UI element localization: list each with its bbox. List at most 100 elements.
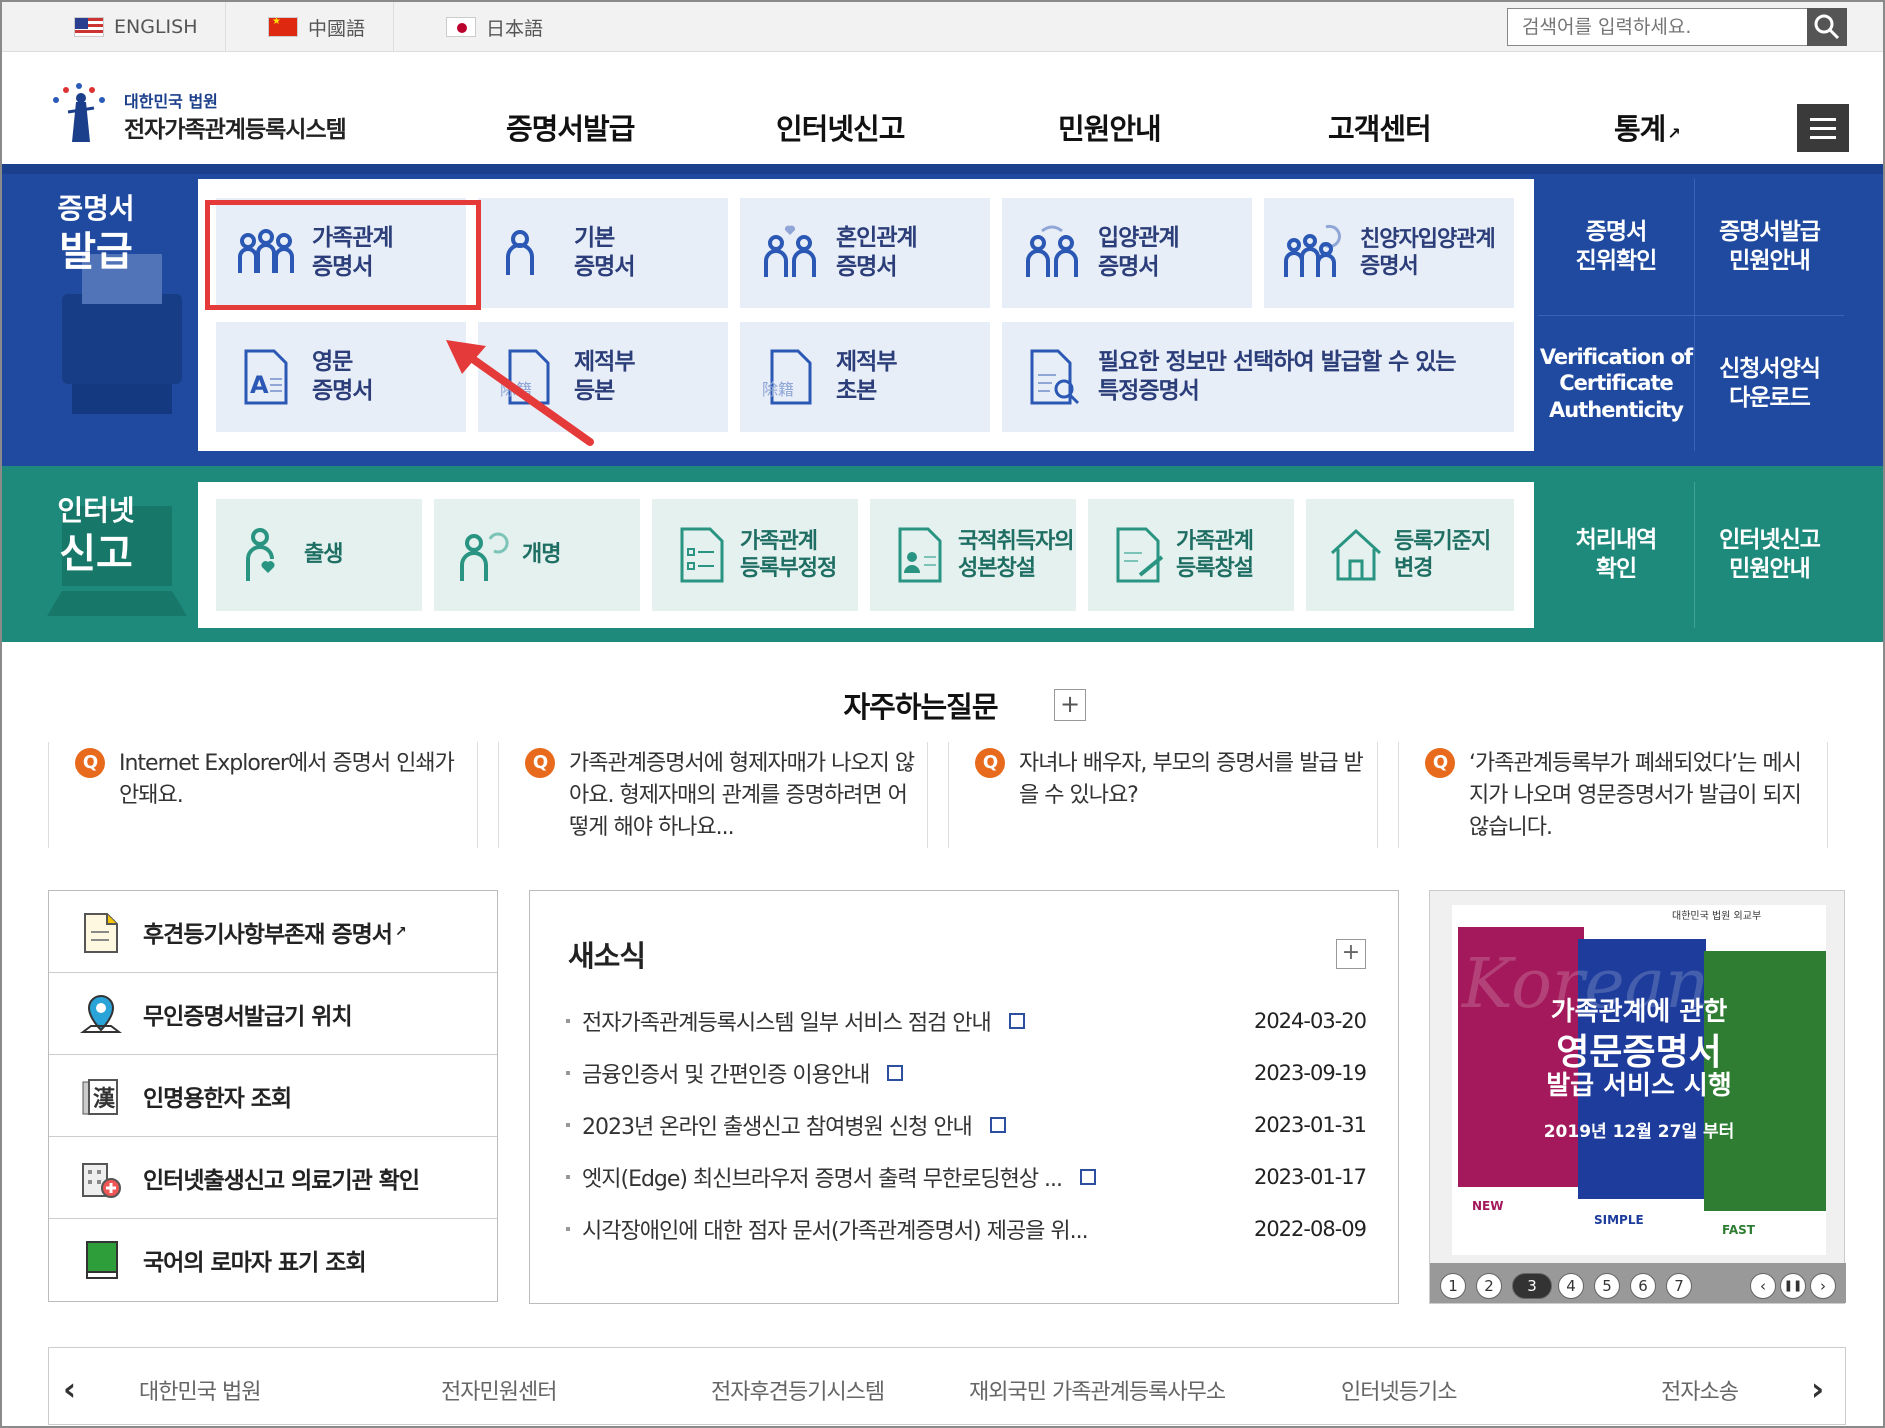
quick-link-hospital-check[interactable]: 인터넷출생신고 의료기관 확인 [49, 1137, 497, 1219]
news-item[interactable]: 전자가족관계등록시스템 일부 서비스 점검 안내 2024-03-20 [566, 1001, 1367, 1041]
quick-link-romanization[interactable]: 국어의 로마자 표기 조회 [49, 1219, 497, 1301]
news-more-button[interactable]: + [1336, 939, 1366, 969]
tile-removed-register-abstract[interactable]: 除籍 제적부 초본 [740, 322, 990, 432]
bullet-icon [566, 1071, 570, 1075]
news-item-title: 엣지(Edge) 최신브라우저 증명서 출력 무한로딩현상 ... [582, 1167, 1063, 1192]
process-history-button[interactable]: 처리내역 확인 [1538, 482, 1694, 628]
cert-verify-button[interactable]: 증명서 진위확인 [1538, 179, 1694, 315]
doc-pen-icon [1116, 527, 1164, 583]
doc-search-icon [1030, 349, 1080, 405]
page: ENGLISH 中國語 日本語 대한민국 법원 전자가족관계등록시스템 증명서발… [0, 0, 1885, 1428]
lang-label: 日本語 [486, 17, 544, 40]
net-section-title-line1: 인터넷 [57, 494, 135, 527]
document-icon [989, 1117, 1006, 1133]
faq-item[interactable]: Q 자녀나 배우자, 부모의 증명서를 발급 받을 수 있나요? [948, 742, 1378, 848]
page-dot-active[interactable]: 3 [1512, 1273, 1552, 1299]
related-sites-bar: ‹ 대한민국 법원 전자민원센터 전자후견등기시스템 재외국민 가족관계등록사무… [48, 1347, 1846, 1425]
page-dot[interactable]: 7 [1666, 1273, 1692, 1299]
tile-english-cert[interactable]: A 영문 증명서 [216, 322, 466, 432]
logo-title: 전자가족관계등록시스템 [124, 117, 347, 143]
tile-basic-cert[interactable]: 기본 증명서 [478, 198, 728, 308]
quick-link-label: 후견등기사항부존재 증명서 [143, 921, 393, 948]
tile-register-creation[interactable]: 가족관계 등록창설 [1088, 499, 1294, 611]
faq-question: 자녀나 배우자, 부모의 증명서를 발급 받을 수 있나요? [1019, 751, 1364, 808]
tile-label-2: 초본 [836, 378, 877, 404]
related-site-link[interactable]: 인터넷등기소 [1341, 1374, 1457, 1406]
net-section-title-line2: 신고 [59, 531, 133, 577]
tile-birth-report[interactable]: 출생 [216, 499, 422, 611]
document-icon [1008, 1013, 1025, 1029]
news-item-date: 2023-09-19 [1253, 1061, 1367, 1085]
cert-section-title-line1: 증명서 [57, 192, 135, 225]
banner-image[interactable]: 대한민국 법원 외교부 Korean 가족관계에 관한 영문증명서 발급 서비스… [1452, 905, 1826, 1255]
news-item[interactable]: 엣지(Edge) 최신브라우저 증명서 출력 무한로딩현상 ... 2023-01… [566, 1157, 1367, 1197]
external-link-icon: ↗ [394, 923, 407, 940]
side-label-2: 진위확인 [1575, 248, 1658, 274]
page-dot[interactable]: 5 [1594, 1273, 1620, 1299]
svg-text:A: A [250, 371, 269, 399]
news-item[interactable]: 시각장애인에 대한 점자 문서(가족관계증명서) 제공을 위... 2022-08… [566, 1209, 1367, 1249]
related-site-link[interactable]: 전자민원센터 [441, 1374, 557, 1406]
nav-customer-center[interactable]: 고객센터 [1328, 106, 1432, 148]
quick-link-kiosk-location[interactable]: 무인증명서발급기 위치 [49, 973, 497, 1055]
tile-label-1: 영문 [312, 349, 353, 376]
form-download-button[interactable]: 신청서양식 다운로드 [1694, 315, 1844, 451]
faq-item[interactable]: Q 가족관계증명서에 형제자매가 나오지 않아요. 형제자매의 관계를 증명하려면… [498, 742, 928, 848]
chevron-left-icon[interactable]: ‹ [63, 1370, 76, 1408]
tile-label-2: 증명서 [312, 378, 373, 404]
news-item[interactable]: 2023년 온라인 출생신고 참여병원 신청 안내 2023-01-31 [566, 1105, 1367, 1145]
lang-english-link[interactable]: ENGLISH [74, 2, 227, 52]
search-button[interactable] [1807, 8, 1847, 46]
tile-label-2: 성본창설 [958, 556, 1036, 581]
tile-label-1: 친양자입양관계 [1360, 226, 1496, 252]
pause-icon[interactable]: ❚❚ [1780, 1273, 1806, 1299]
site-logo[interactable]: 대한민국 법원 전자가족관계등록시스템 [46, 82, 376, 148]
quick-link-hanja-lookup[interactable]: 漢 인명용한자 조회 [49, 1055, 497, 1137]
tile-full-adoption-cert[interactable]: 친양자입양관계 증명서 [1264, 198, 1514, 308]
tile-label: 개명 [522, 542, 561, 568]
top-bar: ENGLISH 中國語 日本語 [2, 2, 1883, 52]
tile-label-2: 변경 [1394, 556, 1433, 581]
tile-base-address-change[interactable]: 등록기준지 변경 [1306, 499, 1514, 611]
related-site-link[interactable]: 전자후견등기시스템 [711, 1374, 885, 1406]
faq-more-button[interactable]: + [1054, 689, 1086, 721]
cert-guide-button[interactable]: 증명서발급 민원안내 [1694, 179, 1844, 315]
page-dot[interactable]: 4 [1558, 1273, 1584, 1299]
tile-marriage-cert[interactable]: 혼인관계 증명서 [740, 198, 990, 308]
prev-slide-icon[interactable]: ‹ [1750, 1273, 1776, 1299]
page-dot[interactable]: 6 [1630, 1273, 1656, 1299]
tile-surname-creation[interactable]: 국적취득자의 성본창설 [870, 499, 1076, 611]
tile-register-correction[interactable]: 가족관계 등록부정정 [652, 499, 858, 611]
menu-button[interactable] [1797, 104, 1849, 152]
cert-section-title-line2: 발급 [59, 229, 133, 275]
tile-name-change[interactable]: 개명 [434, 499, 640, 611]
nav-statistics[interactable]: 통계 ↗ [1614, 106, 1681, 148]
tile-specific-cert[interactable]: 필요한 정보만 선택하여 발급할 수 있는 특정증명서 [1002, 322, 1514, 432]
banner-feature-1: NEW [1472, 1199, 1504, 1213]
tile-label-1: 가족관계 [1176, 528, 1254, 554]
logo-subtitle: 대한민국 법원 [124, 92, 218, 111]
nav-cert-issue[interactable]: 증명서발급 [506, 106, 635, 148]
search-input[interactable] [1507, 8, 1814, 46]
net-report-guide-button[interactable]: 인터넷신고 민원안내 [1694, 482, 1844, 628]
bullet-icon [566, 1123, 570, 1127]
faq-item[interactable]: Q ‘가족관계등록부가 폐쇄되었다’는 메시지가 나오며 영문증명서가 발급이 되… [1398, 742, 1828, 848]
lang-japanese-link[interactable]: 日本語 [446, 2, 571, 52]
related-site-link[interactable]: 전자소송 [1661, 1374, 1739, 1406]
nav-internet-report[interactable]: 인터넷신고 [776, 106, 905, 148]
tile-label-2: 등록부정정 [740, 556, 837, 581]
page-dot[interactable]: 2 [1476, 1273, 1502, 1299]
page-dot[interactable]: 1 [1440, 1273, 1466, 1299]
tile-adoption-cert[interactable]: 입양관계 증명서 [1002, 198, 1252, 308]
nav-civil-guide[interactable]: 민원안내 [1058, 106, 1162, 148]
news-item[interactable]: 금융인증서 및 간편인증 이용안내 2023-09-19 [566, 1053, 1367, 1093]
lang-chinese-link[interactable]: 中國語 [268, 2, 395, 52]
quick-link-guardianship-cert[interactable]: 후견등기사항부존재 증명서 ↗ [49, 891, 497, 973]
faq-item[interactable]: Q Internet Explorer에서 증명서 인쇄가 안돼요. [48, 742, 478, 848]
related-site-link[interactable]: 대한민국 법원 [139, 1374, 261, 1406]
next-slide-icon[interactable]: › [1810, 1273, 1836, 1299]
cert-authenticity-button[interactable]: Verification of Certificate Authenticity [1538, 315, 1694, 451]
chevron-right-icon[interactable]: › [1811, 1370, 1824, 1408]
related-site-link[interactable]: 재외국민 가족관계등록사무소 [969, 1374, 1226, 1406]
bullet-icon [566, 1019, 570, 1023]
